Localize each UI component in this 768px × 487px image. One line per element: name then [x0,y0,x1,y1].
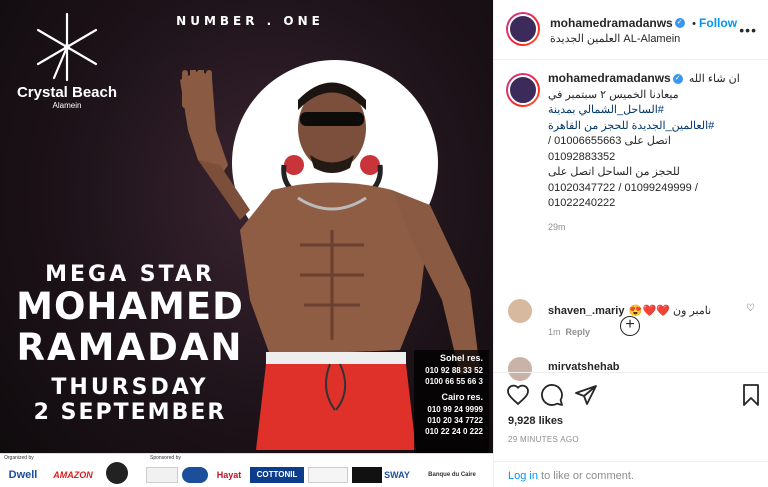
sponsor-logo-box [146,467,178,483]
event-line-last-name: RAMADAN [16,326,244,369]
poster-headline: NUMBER . ONE [176,14,324,28]
sponsor-strip: Organized by Sponsored by Dwell AMAZON H… [0,453,493,487]
reply-button[interactable]: Reply [566,327,591,337]
sponsored-by-label: Sponsored by [150,455,181,461]
cairo-number: 010 20 34 7722 [427,416,483,425]
sponsor-logo: Banque du Caire [428,472,476,478]
login-prompt-text: to like or comment. [537,470,634,482]
caption-line: 01020347722 / 01099249999 / [548,181,698,194]
event-line-megastar: MEGA STAR [45,262,215,287]
load-more-comments-button[interactable]: + [620,316,640,336]
save-bookmark-icon[interactable] [739,383,763,407]
caption-avatar[interactable] [506,73,540,107]
post-location[interactable]: العلمين الجديدة AL-Alamein [550,32,680,45]
star-icon [36,12,98,82]
comment-text: نامبر ون ❤️❤️😍 [628,305,712,317]
caption-line: 01022240222 [548,197,616,209]
caption-header-row: mohamedramadanws ✓ ان شاء الله [548,71,758,88]
event-line-date: 2 SEPTEMBER [33,400,227,425]
caption-line: ان شاء الله [688,73,740,85]
sponsor-logo-box [352,467,382,483]
post-timestamp[interactable]: 29 MINUTES AGO [508,435,579,444]
organized-by-label: Organized by [4,455,34,461]
comment-row: shaven_.mariy نامبر ون ❤️❤️😍 [548,301,711,319]
comment-like-heart-icon[interactable]: ♡ [746,303,755,314]
post-image[interactable]: NUMBER . ONE Crystal Beach Alamein MEGA … [0,0,493,487]
caption: mohamedramadanws ✓ ان شاء الله ميعادنا ال… [548,71,758,235]
header-user-row: mohamedramadanws ✓ • Follow [550,14,737,32]
sponsor-logo: COTTONIL [250,467,304,483]
login-link[interactable]: Log in [508,470,538,482]
sponsor-logo-box [182,467,208,483]
cairo-number: 010 22 24 0 222 [425,427,483,436]
like-heart-icon[interactable] [506,383,530,407]
sohel-number: 0100 66 55 66 3 [425,377,483,386]
avatar[interactable] [506,12,540,46]
verified-badge-icon: ✓ [672,74,683,85]
caption-time: 29m [548,221,566,232]
post-details-panel: mohamedramadanws ✓ • Follow العلمين الجديد… [493,0,768,487]
caption-line: 01092883352 [548,150,616,163]
likes-count[interactable]: 9,928 likes [508,415,563,427]
sohel-number: 010 92 88 33 52 [425,366,483,375]
caption-line: ميعادنا الخميس ٢ سبتمبر في [548,88,679,101]
comment-avatar[interactable] [506,297,534,325]
event-info: MEGA STAR MOHAMED RAMADAN THURSDAY 2 SEP… [10,262,250,425]
comment-time: 1m [548,327,561,337]
separator-dot: • [692,18,697,30]
caption-username[interactable]: mohamedramadanws [548,71,671,85]
header-username[interactable]: mohamedramadanws [550,16,673,30]
share-icon[interactable] [574,383,598,407]
event-line-first-name: MOHAMED [16,285,244,328]
comment-username[interactable]: shaven_.mariy [548,305,624,317]
caption-line: للحجز من الساحل اتصل على [548,166,680,178]
sponsor-emblem-icon [106,462,128,484]
crystal-beach-logo: Crystal Beach Alamein [8,12,126,110]
sponsor-logo: Dwell [8,469,38,481]
sponsor-logo: Hayat [216,470,242,480]
post-header: mohamedramadanws ✓ • Follow العلمين الجديد… [494,0,768,60]
post-actions: 9,928 likes 29 MINUTES AGO Log in to lik… [494,372,768,487]
brand-sub: Alamein [52,101,82,110]
event-line-day: THURSDAY [51,375,209,400]
cairo-res-title: Cairo res. [441,392,483,402]
follow-button[interactable]: Follow [699,16,737,30]
caption-line: اتصل على 01006655663 / [548,135,671,147]
verified-badge-icon: ✓ [674,17,685,28]
caption-hashtag-line[interactable]: #الساحل_الشمالي بمدينة [548,103,758,119]
sponsor-logo: SWAY [384,470,410,480]
caption-hashtag-line[interactable]: #العالمين_الجديدة للحجز من القاهرة [548,119,758,135]
comment-icon[interactable] [540,383,564,407]
more-options-icon[interactable]: ••• [739,22,757,38]
login-prompt: Log in to like or comment. [494,461,768,487]
caption-area: mohamedramadanws ✓ ان شاء الله ميعادنا ال… [494,61,768,383]
comment-meta: 1m Reply [548,327,590,337]
reservation-numbers: Sohel res. 010 92 88 33 52 0100 66 55 66… [414,350,489,453]
sponsor-logo: AMAZON [53,470,93,480]
sohel-res-title: Sohel res. [439,353,483,363]
cairo-number: 010 99 24 9999 [427,405,483,414]
sponsor-logo-box [308,467,348,483]
brand-name: Crystal Beach [16,84,118,101]
